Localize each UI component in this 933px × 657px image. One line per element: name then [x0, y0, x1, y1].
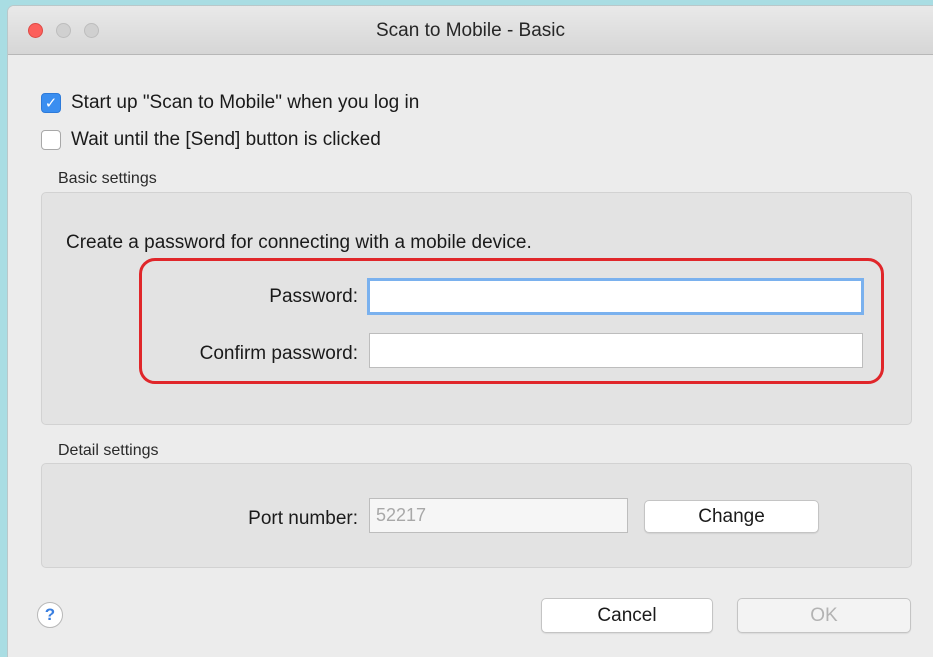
window-title: Scan to Mobile - Basic [375, 20, 566, 41]
help-button[interactable]: ? [37, 602, 63, 628]
password-description: Create a password for connecting with a … [66, 232, 532, 253]
check-icon: ✓ [44, 95, 58, 112]
startup-label: Start up "Scan to Mobile" when you log i… [71, 92, 420, 113]
confirm-password-input[interactable] [369, 333, 863, 368]
port-number-input: 52217 [369, 498, 628, 533]
confirm-password-label: Confirm password: [199, 343, 358, 364]
port-number-label: Port number: [248, 508, 358, 529]
ok-button: OK [737, 598, 911, 633]
detail-settings-label: Detail settings [58, 442, 159, 459]
startup-option[interactable]: ✓ Start up "Scan to Mobile" when you log… [41, 91, 419, 115]
cancel-button[interactable]: Cancel [541, 598, 713, 633]
wait-checkbox[interactable] [41, 130, 61, 150]
startup-checkbox[interactable]: ✓ [41, 93, 61, 113]
password-input[interactable] [367, 278, 864, 315]
wait-option[interactable]: Wait until the [Send] button is clicked [41, 128, 381, 152]
title-bar: Scan to Mobile - Basic [8, 6, 933, 55]
change-button[interactable]: Change [644, 500, 819, 533]
basic-settings-label: Basic settings [58, 170, 157, 187]
wait-label: Wait until the [Send] button is clicked [71, 129, 381, 150]
dialog-window: Scan to Mobile - Basic ✓ Start up "Scan … [8, 6, 933, 657]
password-label: Password: [269, 286, 358, 307]
help-icon: ? [44, 605, 56, 624]
